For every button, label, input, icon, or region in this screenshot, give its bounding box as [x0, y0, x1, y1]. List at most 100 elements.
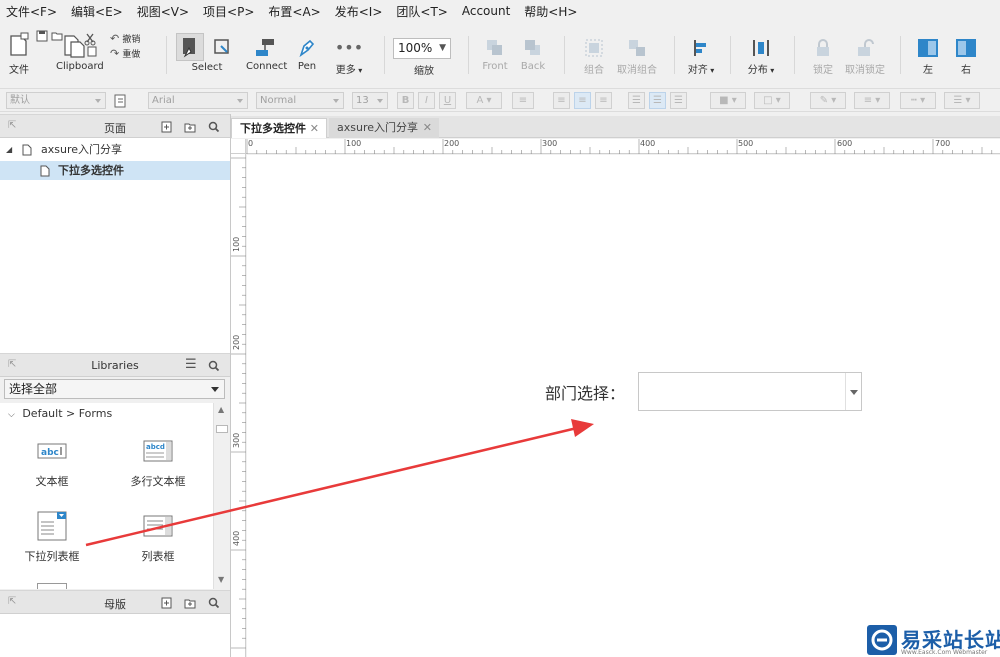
more-button[interactable]: ••• 更多 ▾: [334, 38, 364, 76]
design-canvas[interactable]: [247, 155, 1000, 657]
tab-dropdown-page[interactable]: 下拉多选控件 ✕: [231, 118, 327, 138]
menu-account[interactable]: Account: [462, 4, 510, 18]
pen-button[interactable]: Pen: [294, 38, 320, 72]
font-size-select[interactable]: 13: [352, 92, 388, 109]
add-folder-icon[interactable]: [184, 597, 196, 609]
align-text-center-icon[interactable]: ≡: [574, 92, 591, 109]
close-icon[interactable]: ✕: [423, 118, 432, 138]
menu-arrange[interactable]: 布置<A>: [268, 3, 320, 20]
chevron-down-icon[interactable]: [845, 373, 861, 410]
zoom-select[interactable]: 100% ▼: [393, 38, 451, 59]
bold-button[interactable]: B: [397, 92, 414, 109]
menu-file[interactable]: 文件<F>: [6, 3, 57, 20]
scrollbar-thumb[interactable]: [216, 425, 228, 433]
collapse-triangle-icon[interactable]: ◢: [6, 140, 12, 159]
font-family-select[interactable]: Arial: [148, 92, 248, 109]
shadow-button[interactable]: □ ▾: [754, 92, 790, 109]
line-color-button[interactable]: ✎ ▾: [810, 92, 846, 109]
library-group-header[interactable]: ⌵ Default > Forms: [8, 407, 112, 420]
ruler-label: 200: [444, 139, 460, 148]
select-contained-button[interactable]: [212, 37, 232, 57]
clipboard-button[interactable]: Clipboard: [56, 32, 104, 72]
style-edit-icon[interactable]: [114, 94, 128, 108]
search-icon[interactable]: [208, 360, 220, 372]
ruler-label: 100: [346, 139, 362, 148]
distribute-button[interactable]: 分布 ▾: [744, 38, 778, 76]
valign-middle-icon[interactable]: ☰: [649, 92, 666, 109]
toolbar-separator: [166, 36, 167, 74]
menu-team[interactable]: 团队<T>: [396, 3, 447, 20]
valign-top-icon[interactable]: ☰: [628, 92, 645, 109]
font-weight-select[interactable]: Normal: [256, 92, 344, 109]
menu-bar: 文件<F> 编辑<E> 视图<V> 项目<P> 布置<A> 发布<I> 团队<T…: [0, 0, 1000, 22]
italic-button[interactable]: I: [418, 92, 435, 109]
style-select[interactable]: 默认: [6, 92, 106, 109]
redo-button[interactable]: ↷ 重做: [110, 47, 150, 60]
menu-edit[interactable]: 编辑<E>: [71, 3, 123, 20]
redo-icon: ↷: [110, 47, 120, 60]
connect-button[interactable]: Connect: [246, 38, 287, 72]
line-style-button[interactable]: ┅ ▾: [900, 92, 936, 109]
widget-partial-row: [37, 583, 67, 589]
select-pointer-button[interactable]: [176, 33, 204, 61]
file-icon: [10, 32, 29, 56]
pen-icon: [299, 39, 315, 58]
format-bar: 默认 Arial Normal 13 B I U A ▾ ≡ ≡ ≡ ≡ ☰ ☰…: [0, 88, 1000, 112]
widget-textarea[interactable]: abcd 多行文本框: [113, 438, 203, 488]
send-back-button[interactable]: Back: [518, 38, 548, 72]
toolbar-separator: [564, 36, 565, 74]
align-text-right-icon[interactable]: ≡: [595, 92, 612, 109]
left-panel-toggle[interactable]: 左: [914, 38, 942, 76]
save-icon-group[interactable]: [36, 30, 63, 45]
add-folder-icon[interactable]: [184, 121, 196, 133]
ruler-label: 200: [232, 334, 241, 350]
search-icon[interactable]: [208, 121, 220, 133]
unlock-button[interactable]: 取消锁定: [842, 38, 888, 76]
right-panel-toggle[interactable]: 右: [952, 38, 980, 76]
department-dropdown[interactable]: [638, 372, 862, 411]
arrow-style-button[interactable]: ☰ ▾: [944, 92, 980, 109]
scroll-down-icon[interactable]: ▼: [218, 575, 224, 584]
font-color-button[interactable]: A ▾: [466, 92, 502, 109]
tab-intro-page[interactable]: axsure入门分享 ✕: [329, 118, 439, 138]
undo-button[interactable]: ↶ 撤销: [110, 32, 150, 45]
lock-icon: [817, 39, 829, 56]
line-width-button[interactable]: ≡ ▾: [854, 92, 890, 109]
ungroup-button[interactable]: 取消组合: [614, 38, 660, 76]
library-select[interactable]: 选择全部: [4, 379, 225, 399]
group-button[interactable]: 组合: [578, 38, 610, 76]
file-button[interactable]: 文件: [6, 32, 32, 76]
scroll-up-icon[interactable]: ▲: [218, 405, 224, 414]
group-icon: [585, 39, 603, 57]
ruler-label: 300: [542, 139, 558, 148]
fill-color-button[interactable]: ■ ▾: [710, 92, 746, 109]
menu-icon[interactable]: ☰: [185, 357, 197, 372]
tree-item-root[interactable]: ◢ axsure入门分享: [0, 140, 230, 159]
search-icon[interactable]: [208, 597, 220, 609]
valign-bottom-icon[interactable]: ☰: [670, 92, 687, 109]
widget-listbox[interactable]: 列表框: [113, 509, 203, 563]
widget-text-field[interactable]: abc 文本框: [7, 438, 97, 488]
library-scrollbar[interactable]: ▲ ▼: [213, 403, 230, 589]
distribute-icon: [753, 40, 769, 56]
close-icon[interactable]: ✕: [310, 119, 319, 139]
menu-help[interactable]: 帮助<H>: [524, 3, 577, 20]
widget-droplist[interactable]: 下拉列表框: [7, 509, 97, 563]
bring-front-button[interactable]: Front: [480, 38, 510, 72]
widget-library: ⌵ Default > Forms abc 文本框 abcd 多行文本框 下拉列…: [0, 403, 230, 589]
ruler-label: 400: [232, 530, 241, 546]
bullet-list-icon[interactable]: ≡: [512, 92, 534, 109]
underline-button[interactable]: U: [439, 92, 456, 109]
libraries-panel-header: ⇱ Libraries ☰: [0, 353, 230, 377]
lock-button[interactable]: 锁定: [808, 38, 838, 76]
add-page-icon[interactable]: [161, 121, 173, 133]
tree-item-page[interactable]: 下拉多选控件: [0, 161, 230, 180]
add-master-icon[interactable]: [161, 597, 173, 609]
toolbar-separator: [384, 36, 385, 74]
align-text-left-icon[interactable]: ≡: [553, 92, 570, 109]
menu-view[interactable]: 视图<V>: [137, 3, 189, 20]
menu-publish[interactable]: 发布<I>: [335, 3, 383, 20]
menu-project[interactable]: 项目<P>: [203, 3, 254, 20]
align-button[interactable]: 对齐 ▾: [684, 38, 718, 76]
align-left-icon: [694, 40, 706, 56]
